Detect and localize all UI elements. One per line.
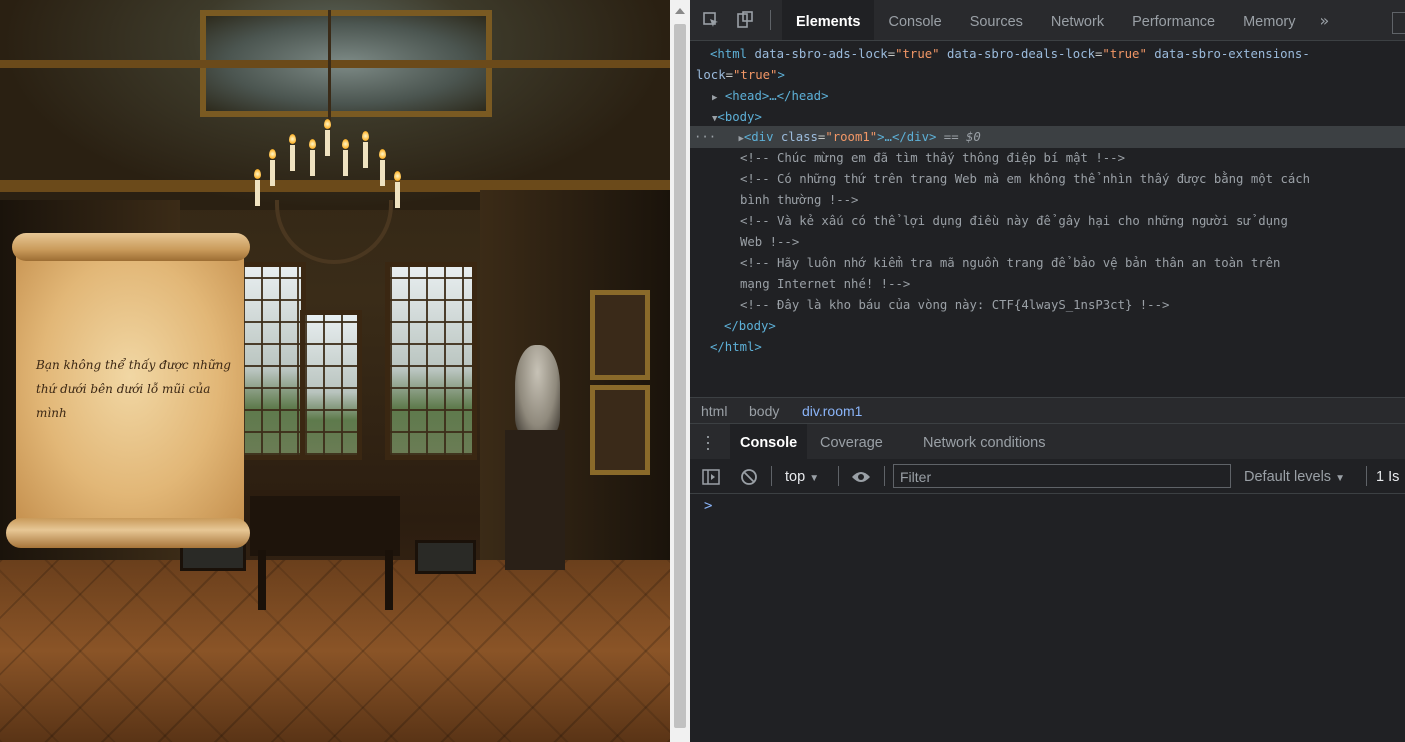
elements-tree: <html data-sbro-ads-lock="true" data-sbr… [690,40,1405,392]
selected-node-marker: == $0 [943,130,981,144]
html-comment[interactable]: <!-- Hãy luôn nhớ kiểm tra mã nguồn tran… [740,253,1280,274]
window-right [385,262,477,460]
desk [250,490,400,556]
parquet-floor [0,560,670,742]
body-open-tag: <body> [717,110,762,124]
html-attr-deals-lock-value: "true" [1102,47,1147,61]
html-open-line-wrap[interactable]: lock="true"> [696,65,785,86]
toolbar-separator [771,466,772,486]
div-room1-node[interactable]: ··· ▶<div class="room1">…</div> == $0 [694,127,981,150]
chair-right [415,540,476,574]
breadcrumb-body[interactable]: body [749,398,779,424]
console-prompt[interactable]: > [704,498,712,514]
more-tabs-button[interactable]: » [1309,0,1339,40]
wall-painting [590,385,650,475]
issues-counter-icon[interactable] [1392,12,1405,34]
dropdown-arrow-icon: ▼ [809,473,820,484]
html-comment-flag[interactable]: <!-- Đây là kho báu của vòng này: CTF{4l… [740,295,1169,316]
window-center [300,310,362,460]
log-levels-label: Default levels [1244,469,1332,485]
html-close-tag[interactable]: </html> [710,337,762,358]
html-comment-wrap[interactable]: Web !--> [740,232,799,253]
context-selector-value: top [785,469,806,485]
html-comment[interactable]: <!-- Và kẻ xấu có thể lợi dụng điều này … [740,211,1288,232]
clear-console-icon[interactable] [740,459,758,493]
tab-memory[interactable]: Memory [1229,0,1309,40]
toolbar-separator [884,466,885,486]
drawer-tab-console[interactable]: Console [730,424,808,460]
chandelier [254,10,405,280]
node-ellipsis-menu[interactable]: ··· [694,130,716,144]
sidebar-toggle-icon[interactable] [702,459,720,493]
dropdown-arrow-icon: ▼ [1335,473,1345,484]
desk-leg [385,550,393,610]
devtools-panel: Elements Console Sources Network Perform… [690,0,1405,742]
tab-console[interactable]: Console [874,0,955,40]
parchment-scroll: Bạn không thể thấy được những thứ dưới b… [6,233,250,548]
html-open-line[interactable]: <html data-sbro-ads-lock="true" data-sbr… [710,44,1310,65]
div-open-tag: <div [743,130,781,144]
tab-sources[interactable]: Sources [956,0,1037,40]
expand-arrow-icon[interactable]: ▶ [712,93,717,103]
html-comment-wrap[interactable]: mạng Internet nhé! !--> [740,274,910,295]
drawer-tab-coverage[interactable]: Coverage [820,424,883,460]
html-comment[interactable]: <!-- Chúc mừng em đã tìm thấy thông điệp… [740,148,1125,169]
devtools-tabs: Elements Console Sources Network Perform… [782,0,1339,40]
scroll-line-2: thứ dưới bên dưới lỗ mũi của mình [36,382,211,420]
scroll-message: Bạn không thể thấy được những thứ dưới b… [36,353,241,425]
ceiling-beam [0,60,670,68]
device-toolbar-icon[interactable] [736,11,754,29]
live-expression-eye-icon[interactable] [851,459,871,493]
breadcrumb: html body div.room1 [690,397,1405,424]
div-class-attr: class [780,130,818,144]
html-attr-extensions-lock-tail: lock [696,68,726,82]
html-attr-extensions-lock: data-sbro-extensions- [1154,47,1310,61]
html-tag-name: html [717,47,748,61]
page-scrollbar[interactable] [670,0,690,742]
html-attr-deals-lock: data-sbro-deals-lock [946,47,1096,61]
head-tag: <head>…</head> [724,89,829,103]
scroll-roll-top [12,233,250,261]
html-attr-ads-lock: data-sbro-ads-lock [754,47,888,61]
breadcrumb-html[interactable]: html [701,398,727,424]
div-class-value: "room1" [825,130,878,144]
html-comment[interactable]: <!-- Có những thứ trên trang Web mà em k… [740,169,1310,190]
marble-bust [515,345,560,435]
div-close-tag: >…</div> [877,130,937,144]
drawer-tabbar: · · · Console Coverage Network conditions [690,423,1405,461]
console-filter-input[interactable]: Filter [893,464,1231,488]
drawer-tab-network-conditions[interactable]: Network conditions [923,424,1046,460]
head-node[interactable]: ▶ <head>…</head> [712,86,828,109]
scrollbar-thumb[interactable] [674,24,686,728]
breadcrumb-div-room1[interactable]: div.room1 [802,398,862,424]
drawer-menu-icon[interactable]: · · · [705,427,711,457]
tab-network[interactable]: Network [1037,0,1118,40]
page-viewport: Bạn không thể thấy được những thứ dưới b… [0,0,670,742]
tab-performance[interactable]: Performance [1118,0,1229,40]
html-comment-wrap[interactable]: bình thường !--> [740,190,858,211]
desk-leg [258,550,266,610]
inspect-element-icon[interactable] [702,11,720,29]
toolbar-separator [770,10,771,30]
tab-elements[interactable]: Elements [782,0,875,40]
toolbar-separator [1366,466,1367,486]
console-toolbar: top ▼ Filter Default levels ▼ 1 Is [690,459,1405,494]
toolbar-separator [838,466,839,486]
body-close-tag[interactable]: </body> [724,316,776,337]
scroll-line-1: Bạn không thể thấy được những [36,358,231,372]
scroll-up-arrow-icon[interactable] [675,8,685,14]
context-selector[interactable]: top ▼ [785,459,819,493]
scroll-roll-bottom [6,518,250,548]
log-levels-dropdown[interactable]: Default levels ▼ [1244,459,1345,493]
wall-painting [590,290,650,380]
html-attr-extensions-lock-value: "true" [733,68,778,82]
pedestal [505,430,565,570]
issues-count[interactable]: 1 Is [1376,459,1399,493]
devtools-toolbar: Elements Console Sources Network Perform… [690,0,1405,41]
html-attr-ads-lock-value: "true" [895,47,940,61]
